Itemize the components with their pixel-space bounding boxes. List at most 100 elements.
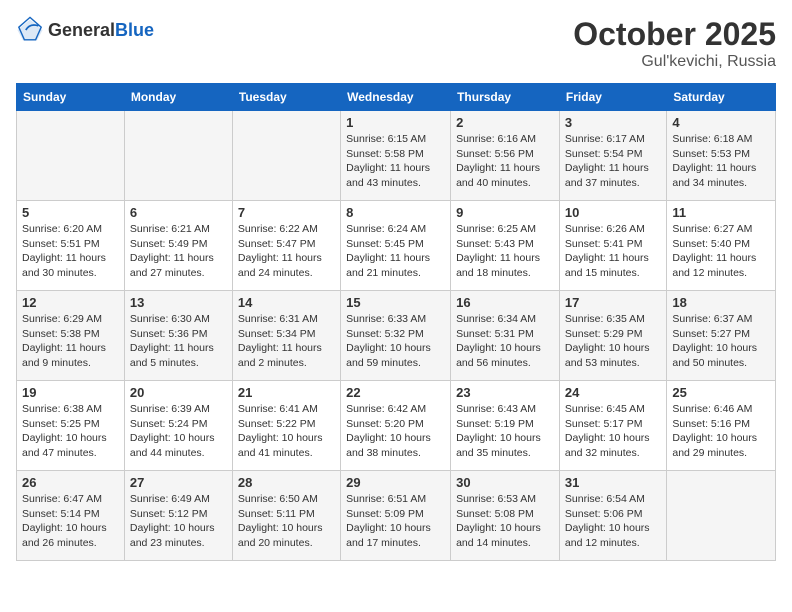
day-info: Sunrise: 6:24 AM Sunset: 5:45 PM Dayligh… xyxy=(346,222,445,281)
day-info: Sunrise: 6:33 AM Sunset: 5:32 PM Dayligh… xyxy=(346,312,445,371)
weekday-header-monday: Monday xyxy=(124,84,232,111)
day-info: Sunrise: 6:53 AM Sunset: 5:08 PM Dayligh… xyxy=(456,492,554,551)
calendar-cell: 17Sunrise: 6:35 AM Sunset: 5:29 PM Dayli… xyxy=(559,291,666,381)
day-info: Sunrise: 6:16 AM Sunset: 5:56 PM Dayligh… xyxy=(456,132,554,191)
day-number: 3 xyxy=(565,115,661,130)
location-title: Gul'kevichi, Russia xyxy=(573,53,776,71)
calendar-cell: 10 Sunrise: 6:26 AM Sunset: 5:41 PM Dayli… xyxy=(559,201,666,291)
day-info: Sunrise: 6:34 AM Sunset: 5:31 PM Dayligh… xyxy=(456,312,554,371)
calendar-cell xyxy=(17,111,125,201)
day-number: 14 xyxy=(238,295,335,310)
weekday-header-tuesday: Tuesday xyxy=(232,84,340,111)
calendar-week-row: 5 Sunrise: 6:20 AM Sunset: 5:51 PM Daylig… xyxy=(17,201,776,291)
logo-icon xyxy=(16,16,44,44)
calendar-cell: 6 Sunrise: 6:21 AM Sunset: 5:49 PM Daylig… xyxy=(124,201,232,291)
day-number: 6 xyxy=(130,205,227,220)
day-number: 21 xyxy=(238,385,335,400)
calendar-cell: 4Sunrise: 6:18 AM Sunset: 5:53 PM Daylig… xyxy=(667,111,776,201)
day-info: Sunrise: 6:39 AM Sunset: 5:24 PM Dayligh… xyxy=(130,402,227,461)
day-info: Sunrise: 6:25 AM Sunset: 5:43 PM Dayligh… xyxy=(456,222,554,281)
calendar-week-row: 26 Sunrise: 6:47 AM Sunset: 5:14 PM Dayli… xyxy=(17,471,776,561)
calendar-cell: 12Sunrise: 6:29 AM Sunset: 5:38 PM Dayli… xyxy=(17,291,125,381)
day-info: Sunrise: 6:20 AM Sunset: 5:51 PM Dayligh… xyxy=(22,222,119,281)
calendar-cell: 9 Sunrise: 6:25 AM Sunset: 5:43 PM Daylig… xyxy=(451,201,560,291)
calendar-cell: 11 Sunrise: 6:27 AM Sunset: 5:40 PM Dayli… xyxy=(667,201,776,291)
day-number: 30 xyxy=(456,475,554,490)
day-number: 24 xyxy=(565,385,661,400)
calendar-cell: 25 Sunrise: 6:46 AM Sunset: 5:16 PM Dayli… xyxy=(667,381,776,471)
weekday-header-thursday: Thursday xyxy=(451,84,560,111)
day-number: 4 xyxy=(672,115,770,130)
weekday-header-row: SundayMondayTuesdayWednesdayThursdayFrid… xyxy=(17,84,776,111)
calendar-cell: 3Sunrise: 6:17 AM Sunset: 5:54 PM Daylig… xyxy=(559,111,666,201)
day-info: Sunrise: 6:54 AM Sunset: 5:06 PM Dayligh… xyxy=(565,492,661,551)
day-number: 23 xyxy=(456,385,554,400)
calendar-cell: 26 Sunrise: 6:47 AM Sunset: 5:14 PM Dayli… xyxy=(17,471,125,561)
day-info: Sunrise: 6:46 AM Sunset: 5:16 PM Dayligh… xyxy=(672,402,770,461)
day-info: Sunrise: 6:31 AM Sunset: 5:34 PM Dayligh… xyxy=(238,312,335,371)
day-info: Sunrise: 6:49 AM Sunset: 5:12 PM Dayligh… xyxy=(130,492,227,551)
calendar-cell: 28 Sunrise: 6:50 AM Sunset: 5:11 PM Dayli… xyxy=(232,471,340,561)
day-number: 20 xyxy=(130,385,227,400)
day-number: 29 xyxy=(346,475,445,490)
day-number: 13 xyxy=(130,295,227,310)
calendar-cell: 8Sunrise: 6:24 AM Sunset: 5:45 PM Daylig… xyxy=(341,201,451,291)
month-title: October 2025 xyxy=(573,16,776,53)
weekday-header-sunday: Sunday xyxy=(17,84,125,111)
day-info: Sunrise: 6:21 AM Sunset: 5:49 PM Dayligh… xyxy=(130,222,227,281)
calendar-cell: 30 Sunrise: 6:53 AM Sunset: 5:08 PM Dayli… xyxy=(451,471,560,561)
day-number: 2 xyxy=(456,115,554,130)
title-block: October 2025 Gul'kevichi, Russia xyxy=(573,16,776,71)
page-header: GeneralBlue October 2025 Gul'kevichi, Ru… xyxy=(16,16,776,71)
day-number: 19 xyxy=(22,385,119,400)
calendar-table: SundayMondayTuesdayWednesdayThursdayFrid… xyxy=(16,83,776,561)
calendar-cell: 13 Sunrise: 6:30 AM Sunset: 5:36 PM Dayli… xyxy=(124,291,232,381)
calendar-cell: 21 Sunrise: 6:41 AM Sunset: 5:22 PM Dayli… xyxy=(232,381,340,471)
weekday-header-saturday: Saturday xyxy=(667,84,776,111)
day-number: 9 xyxy=(456,205,554,220)
calendar-cell: 29 Sunrise: 6:51 AM Sunset: 5:09 PM Dayli… xyxy=(341,471,451,561)
day-number: 7 xyxy=(238,205,335,220)
day-info: Sunrise: 6:15 AM Sunset: 5:58 PM Dayligh… xyxy=(346,132,445,191)
day-info: Sunrise: 6:45 AM Sunset: 5:17 PM Dayligh… xyxy=(565,402,661,461)
day-info: Sunrise: 6:35 AM Sunset: 5:29 PM Dayligh… xyxy=(565,312,661,371)
weekday-header-wednesday: Wednesday xyxy=(341,84,451,111)
calendar-cell: 5 Sunrise: 6:20 AM Sunset: 5:51 PM Daylig… xyxy=(17,201,125,291)
calendar-cell: 22Sunrise: 6:42 AM Sunset: 5:20 PM Dayli… xyxy=(341,381,451,471)
logo-text: GeneralBlue xyxy=(48,20,154,41)
calendar-cell: 19Sunrise: 6:38 AM Sunset: 5:25 PM Dayli… xyxy=(17,381,125,471)
day-number: 28 xyxy=(238,475,335,490)
day-number: 31 xyxy=(565,475,661,490)
weekday-header-friday: Friday xyxy=(559,84,666,111)
calendar-cell: 15Sunrise: 6:33 AM Sunset: 5:32 PM Dayli… xyxy=(341,291,451,381)
calendar-week-row: 1 Sunrise: 6:15 AM Sunset: 5:58 PM Daylig… xyxy=(17,111,776,201)
day-number: 5 xyxy=(22,205,119,220)
day-number: 1 xyxy=(346,115,445,130)
day-info: Sunrise: 6:30 AM Sunset: 5:36 PM Dayligh… xyxy=(130,312,227,371)
day-info: Sunrise: 6:27 AM Sunset: 5:40 PM Dayligh… xyxy=(672,222,770,281)
day-info: Sunrise: 6:41 AM Sunset: 5:22 PM Dayligh… xyxy=(238,402,335,461)
calendar-cell: 31 Sunrise: 6:54 AM Sunset: 5:06 PM Dayli… xyxy=(559,471,666,561)
calendar-cell: 20 Sunrise: 6:39 AM Sunset: 5:24 PM Dayli… xyxy=(124,381,232,471)
day-info: Sunrise: 6:26 AM Sunset: 5:41 PM Dayligh… xyxy=(565,222,661,281)
calendar-cell: 16Sunrise: 6:34 AM Sunset: 5:31 PM Dayli… xyxy=(451,291,560,381)
calendar-cell xyxy=(232,111,340,201)
logo-blue: Blue xyxy=(115,20,154,40)
calendar-cell: 1 Sunrise: 6:15 AM Sunset: 5:58 PM Daylig… xyxy=(341,111,451,201)
day-info: Sunrise: 6:50 AM Sunset: 5:11 PM Dayligh… xyxy=(238,492,335,551)
day-number: 11 xyxy=(672,205,770,220)
calendar-week-row: 19Sunrise: 6:38 AM Sunset: 5:25 PM Dayli… xyxy=(17,381,776,471)
day-number: 26 xyxy=(22,475,119,490)
day-number: 27 xyxy=(130,475,227,490)
logo-general: General xyxy=(48,20,115,40)
calendar-cell: 27 Sunrise: 6:49 AM Sunset: 5:12 PM Dayli… xyxy=(124,471,232,561)
day-info: Sunrise: 6:51 AM Sunset: 5:09 PM Dayligh… xyxy=(346,492,445,551)
calendar-week-row: 12Sunrise: 6:29 AM Sunset: 5:38 PM Dayli… xyxy=(17,291,776,381)
day-number: 12 xyxy=(22,295,119,310)
day-number: 10 xyxy=(565,205,661,220)
day-info: Sunrise: 6:42 AM Sunset: 5:20 PM Dayligh… xyxy=(346,402,445,461)
calendar-cell: 7Sunrise: 6:22 AM Sunset: 5:47 PM Daylig… xyxy=(232,201,340,291)
day-info: Sunrise: 6:47 AM Sunset: 5:14 PM Dayligh… xyxy=(22,492,119,551)
calendar-cell: 24 Sunrise: 6:45 AM Sunset: 5:17 PM Dayli… xyxy=(559,381,666,471)
day-number: 25 xyxy=(672,385,770,400)
